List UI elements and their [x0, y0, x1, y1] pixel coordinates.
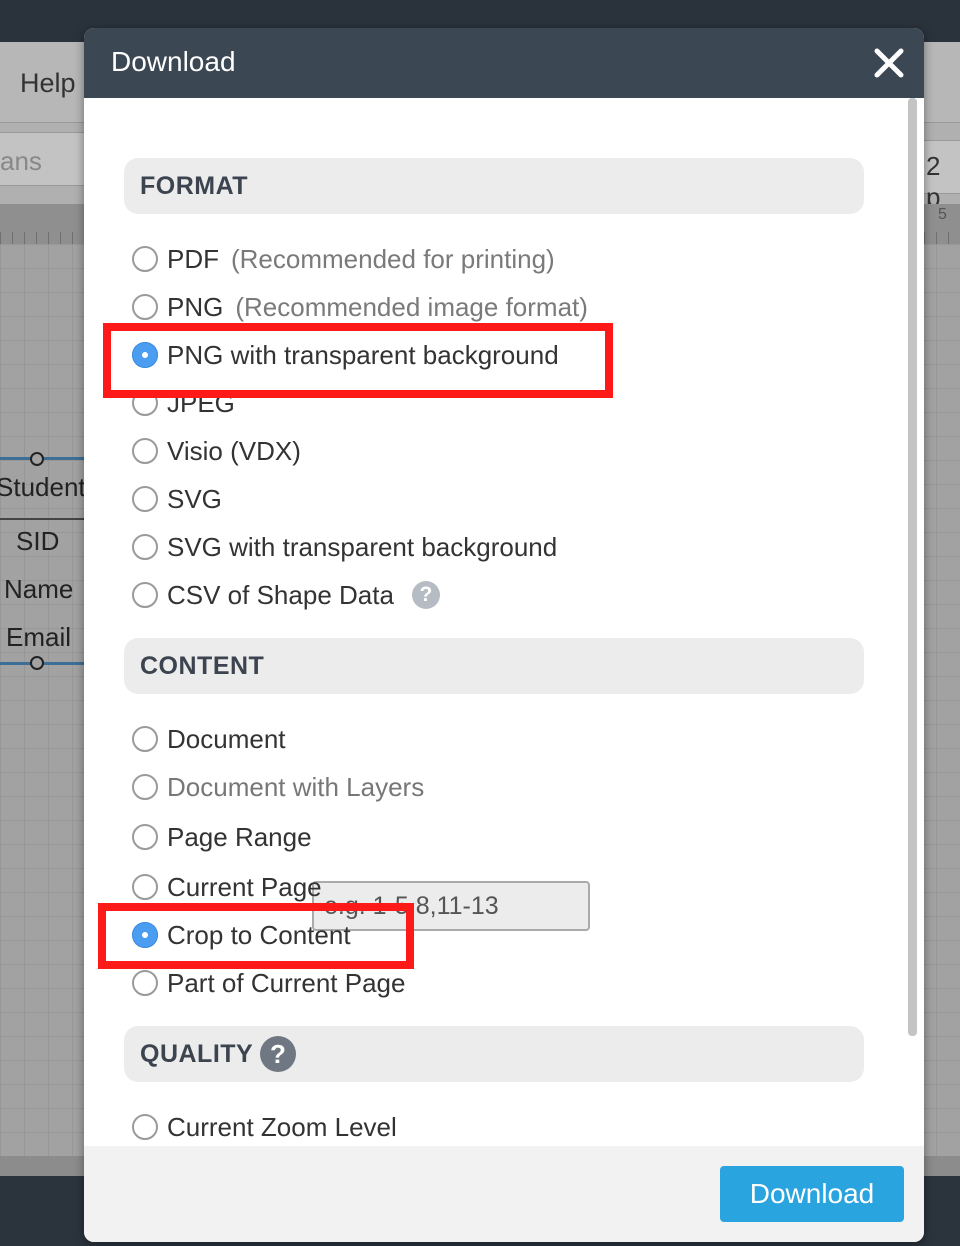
content-option-label: Crop to Content	[167, 919, 351, 950]
content-option-label: Document with Layers	[167, 771, 425, 802]
connection-point[interactable]	[30, 452, 44, 466]
format-option-label: Visio (VDX)	[167, 435, 301, 466]
question-icon[interactable]: ?	[411, 581, 440, 609]
dialog-header: Download	[84, 28, 924, 98]
radio-button[interactable]	[132, 726, 158, 752]
entity-title[interactable]: Student	[0, 472, 86, 503]
radio-button[interactable]	[132, 774, 158, 800]
content-option-part-page[interactable]: Part of Current Page	[132, 966, 405, 1000]
content-option-label: Current Page	[167, 871, 322, 902]
format-option-vdx[interactable]: Visio (VDX)	[132, 434, 301, 468]
dialog-title: Download	[111, 46, 236, 77]
radio-button[interactable]	[132, 246, 158, 272]
format-option-png[interactable]: PNG (Recommended image format)	[132, 290, 588, 324]
radio-button[interactable]	[132, 534, 158, 560]
format-section-title: FORMAT	[140, 172, 249, 200]
content-section-title: CONTENT	[140, 652, 265, 680]
radio-button[interactable]	[132, 390, 158, 416]
radio-button[interactable]	[132, 970, 158, 996]
entity-field-name[interactable]: Name	[4, 574, 73, 605]
ruler-marker: 5	[938, 206, 947, 223]
close-icon[interactable]	[870, 44, 908, 82]
content-option-page-range[interactable]: Page Range	[132, 820, 312, 854]
content-option-label: Part of Current Page	[167, 967, 406, 998]
font-select-value: ans	[0, 146, 42, 176]
format-option-note: (Recommended for printing)	[231, 243, 555, 274]
format-option-png-transparent[interactable]: PNG with transparent background	[132, 338, 559, 372]
format-option-label: PNG with transparent background	[167, 339, 559, 370]
content-option-document[interactable]: Document	[132, 722, 286, 756]
format-option-label: CSV of Shape Data	[167, 579, 394, 610]
format-section-header: FORMAT	[124, 158, 864, 214]
content-option-current-page[interactable]: Current Page	[132, 870, 322, 904]
quality-section-header: QUALITY ?	[124, 1026, 864, 1082]
page-range-input[interactable]	[312, 881, 590, 931]
menu-help[interactable]: Help	[20, 68, 76, 99]
dialog-scrollbar-thumb[interactable]	[908, 98, 917, 1036]
content-option-label: Document	[167, 723, 286, 754]
format-option-svg-transparent[interactable]: SVG with transparent background	[132, 530, 557, 564]
format-option-csv[interactable]: CSV of Shape Data ?	[132, 578, 440, 612]
format-option-svg[interactable]: SVG	[132, 482, 222, 516]
content-option-label: Page Range	[167, 821, 312, 852]
question-icon[interactable]: ?	[260, 1036, 296, 1072]
dialog-body[interactable]: FORMAT PDF (Recommended for printing) PN…	[84, 98, 904, 1144]
format-option-label: PNG	[167, 291, 224, 322]
format-option-label: SVG	[167, 483, 222, 514]
connection-point[interactable]	[30, 656, 44, 670]
radio-button-checked[interactable]	[132, 922, 158, 948]
radio-button[interactable]	[132, 1114, 158, 1140]
format-option-jpeg[interactable]: JPEG	[132, 386, 235, 420]
format-option-label: SVG with transparent background	[167, 531, 558, 562]
radio-button[interactable]	[132, 294, 158, 320]
format-option-label: PDF	[167, 243, 219, 274]
radio-button[interactable]	[132, 486, 158, 512]
radio-button[interactable]	[132, 874, 158, 900]
radio-button[interactable]	[132, 582, 158, 608]
format-option-pdf[interactable]: PDF (Recommended for printing)	[132, 242, 555, 276]
entity-field-email[interactable]: Email	[6, 622, 71, 653]
entity-divider	[0, 518, 84, 520]
quality-option-zoom[interactable]: Current Zoom Level	[132, 1110, 397, 1144]
radio-button[interactable]	[132, 438, 158, 464]
quality-option-label: Current Zoom Level	[167, 1111, 397, 1142]
radio-button-checked[interactable]	[132, 342, 158, 368]
entity-field-sid[interactable]: SID	[16, 526, 59, 557]
format-option-label: JPEG	[167, 387, 235, 418]
radio-button[interactable]	[132, 824, 158, 850]
download-dialog: Download FORMAT PDF (Recommended for pri…	[84, 28, 924, 1242]
quality-section-title: QUALITY	[140, 1040, 254, 1068]
format-option-note: (Recommended image format)	[235, 291, 588, 322]
download-button[interactable]: Download	[720, 1166, 904, 1222]
content-option-crop[interactable]: Crop to Content	[132, 918, 351, 952]
content-section-header: CONTENT	[124, 638, 864, 694]
content-option-document-layers[interactable]: Document with Layers	[132, 770, 424, 804]
